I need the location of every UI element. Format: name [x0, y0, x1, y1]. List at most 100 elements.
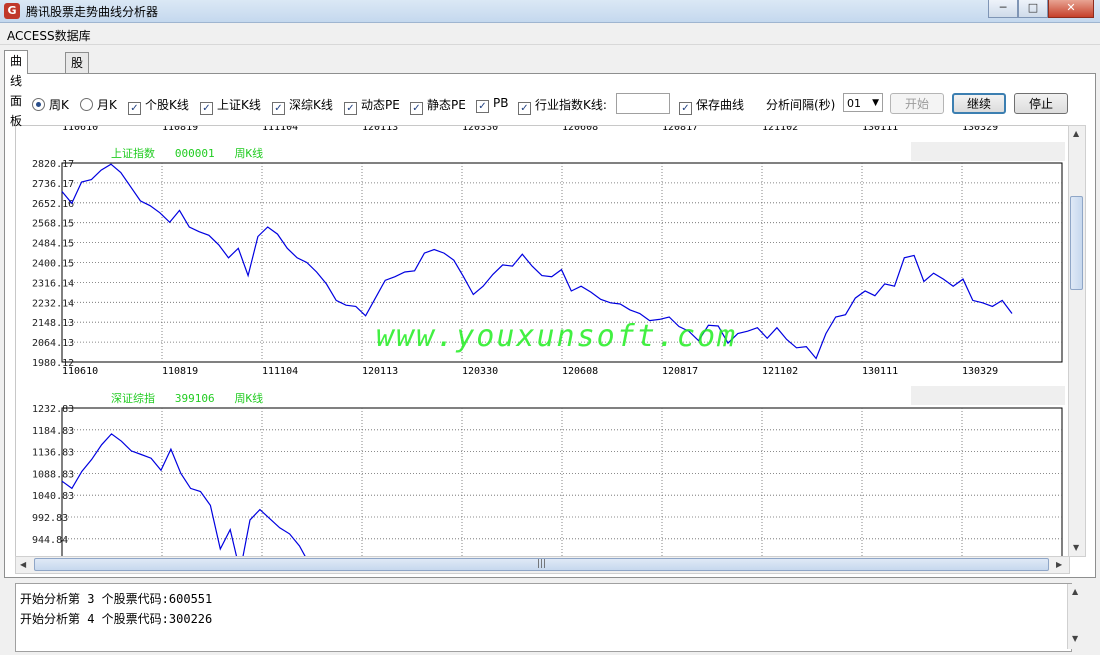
y-tick-label: 2232.14: [32, 298, 74, 309]
checkbox-static-pe[interactable]: ✓ 静态PE: [410, 96, 466, 115]
check-icon: ✓: [518, 102, 531, 115]
minimize-button[interactable]: ─: [988, 0, 1018, 18]
watermark-text: www.youxunsoft.com: [376, 319, 737, 354]
log-line: 开始分析第 4 个股票代码:300226: [20, 612, 213, 626]
x-tick-label: 120817: [662, 366, 698, 377]
partial-axis-tick-label: 110610: [62, 126, 98, 133]
x-tick-label: 120330: [462, 366, 498, 377]
chart-vertical-scrollbar[interactable]: ▲ ▼: [1068, 125, 1086, 557]
checkbox-sh-k[interactable]: ✓ 上证K线: [200, 96, 261, 115]
checkbox-stock-k[interactable]: ✓ 个股K线: [128, 96, 189, 115]
chart-scroll-area[interactable]: 110610 110819 111104 120113 120330 120608 1208…: [15, 125, 1072, 557]
chart-horizontal-scrollbar[interactable]: ◀ ||| ▶: [15, 556, 1070, 574]
title-bar: G 腾讯股票走势曲线分析器 ─ □ ✕: [0, 0, 1100, 23]
menu-bar: ACCESS数据库: [0, 23, 1100, 45]
maximize-button[interactable]: □: [1018, 0, 1048, 18]
partial-axis-tick-label: 130329: [962, 126, 998, 133]
window-title: 腾讯股票走势曲线分析器: [26, 5, 159, 19]
checkbox-label: 行业指数K线:: [535, 98, 607, 112]
x-tick-label: 120113: [362, 366, 398, 377]
y-tick-label: 992.83: [32, 513, 68, 524]
check-icon: ✓: [410, 102, 423, 115]
tab-stock-select[interactable]: 股票选择: [65, 52, 90, 130]
x-tick-label: 110610: [62, 366, 98, 377]
log-line: 开始分析第 3 个股票代码:600551: [20, 592, 213, 606]
scroll-left-icon[interactable]: ◀: [20, 560, 26, 569]
checkbox-dynamic-pe[interactable]: ✓ 动态PE: [344, 96, 400, 115]
partial-axis-tick-label: 111104: [262, 126, 298, 133]
partial-axis-tick-label: 121102: [762, 126, 798, 133]
stop-button[interactable]: 停止: [1014, 93, 1068, 114]
chart-frame: [61, 407, 1063, 556]
chevron-down-icon: ▼: [872, 98, 879, 108]
scroll-down-icon[interactable]: ▼: [1072, 634, 1078, 643]
partial-axis-tick-label: 110819: [162, 126, 198, 133]
scroll-up-icon[interactable]: ▲: [1072, 587, 1078, 596]
checkbox-industry-k[interactable]: ✓ 行业指数K线:: [518, 96, 607, 115]
y-tick-label: 2820.17: [32, 159, 74, 170]
check-icon: ✓: [679, 102, 692, 115]
partial-axis-tick-label: 120113: [362, 126, 398, 133]
y-tick-label: 2484.15: [32, 239, 74, 250]
y-tick-label: 2652.16: [32, 199, 74, 210]
log-vertical-scrollbar[interactable]: ▲ ▼: [1067, 584, 1085, 649]
y-tick-label: 944.84: [32, 535, 68, 546]
x-tick-label: 111104: [262, 366, 298, 377]
check-icon: ✓: [200, 102, 213, 115]
y-tick-label: 1136.83: [32, 448, 74, 459]
checkbox-label: 深综K线: [289, 98, 333, 112]
checkbox-sz-k[interactable]: ✓ 深综K线: [272, 96, 333, 115]
y-tick-label: 2316.14: [32, 278, 74, 289]
y-tick-label: 1088.83: [32, 469, 74, 480]
chart-header-gray-block: [911, 142, 1065, 161]
partial-axis-tick-label: 120608: [562, 126, 598, 133]
horizontal-scroll-thumb[interactable]: |||: [34, 558, 1049, 571]
y-tick-label: 2736.17: [32, 179, 74, 190]
y-tick-label: 2148.13: [32, 318, 74, 329]
radio-week-k[interactable]: 周K: [32, 96, 69, 113]
checkbox-label: 个股K线: [145, 98, 189, 112]
y-tick-label: 1040.83: [32, 491, 74, 502]
app-logo-icon: G: [4, 3, 20, 19]
menu-access-db[interactable]: ACCESS数据库: [7, 27, 91, 44]
checkbox-label: 动态PE: [361, 98, 400, 112]
log-output[interactable]: 开始分析第 3 个股票代码:600551 开始分析第 4 个股票代码:30022…: [15, 583, 1072, 652]
start-button[interactable]: 开始: [890, 93, 944, 114]
radio-month-k[interactable]: 月K: [80, 96, 117, 113]
x-tick-label: 110819: [162, 366, 198, 377]
x-tick-label: 120608: [562, 366, 598, 377]
y-tick-label: 1232.83: [32, 404, 74, 415]
checkbox-label: 静态PE: [427, 98, 466, 112]
y-tick-label: 2064.13: [32, 338, 74, 349]
interval-select[interactable]: 01 ▼: [843, 93, 883, 112]
check-icon: ✓: [476, 100, 489, 113]
interval-value: 01: [847, 97, 861, 110]
y-tick-label: 2400.15: [32, 259, 74, 270]
checkbox-label: 上证K线: [217, 98, 261, 112]
interval-label: 分析间隔(秒): [766, 98, 836, 112]
close-button[interactable]: ✕: [1048, 0, 1094, 18]
window-controls: ─ □ ✕: [988, 0, 1094, 18]
industry-input[interactable]: [616, 93, 670, 114]
radio-indicator: [80, 98, 93, 111]
continue-button[interactable]: 继续: [952, 93, 1006, 114]
tab-curve-panel[interactable]: 曲线面板: [4, 50, 29, 128]
chart-title: 上证指数 000001 周K线: [111, 146, 263, 160]
scroll-right-icon[interactable]: ▶: [1056, 560, 1062, 569]
partial-axis-tick-label: 130111: [862, 126, 898, 133]
x-tick-label: 130111: [862, 366, 898, 377]
checkbox-save-curve[interactable]: ✓ 保存曲线: [679, 96, 744, 115]
scroll-up-icon[interactable]: ▲: [1073, 129, 1079, 138]
checkbox-pb[interactable]: ✓ PB: [476, 96, 508, 113]
scroll-down-icon[interactable]: ▼: [1073, 543, 1079, 552]
vertical-scroll-thumb[interactable]: [1070, 196, 1083, 290]
chart-title: 深证综指 399106 周K线: [111, 391, 263, 405]
radio-week-label: 周K: [49, 98, 69, 112]
x-tick-label: 130329: [962, 366, 998, 377]
check-icon: ✓: [344, 102, 357, 115]
radio-indicator: [32, 98, 45, 111]
y-tick-label: 1184.83: [32, 426, 74, 437]
checkbox-label: 保存曲线: [696, 98, 745, 112]
partial-axis-tick-label: 120330: [462, 126, 498, 133]
charts-canvas: 110610 110819 111104 120113 120330 120608 1208…: [32, 126, 1065, 556]
